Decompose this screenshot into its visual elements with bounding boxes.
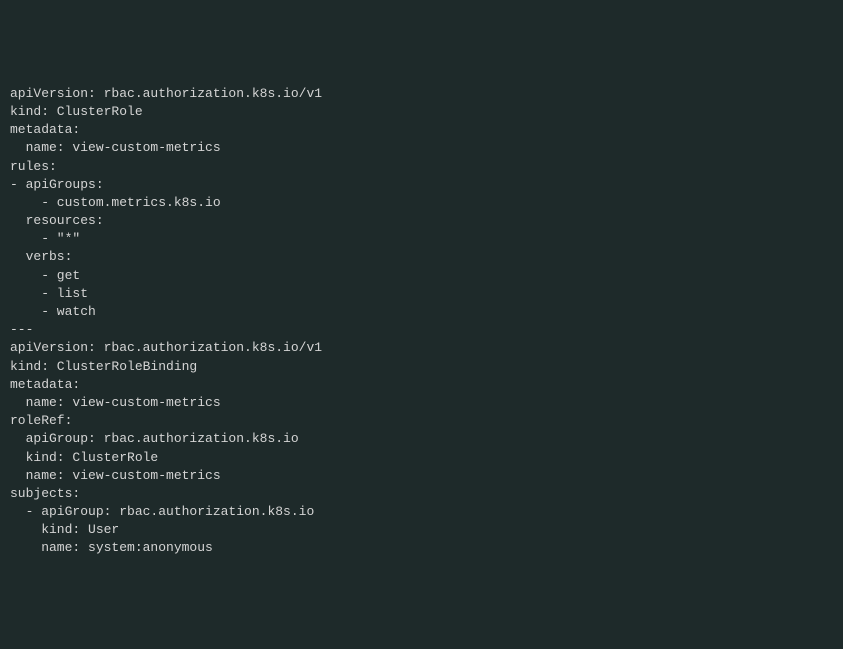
code-line: - apiGroups: <box>10 176 833 194</box>
code-line: - "*" <box>10 230 833 248</box>
code-line: subjects: <box>10 485 833 503</box>
code-line: kind: ClusterRole <box>10 103 833 121</box>
code-line: - watch <box>10 303 833 321</box>
code-line: - list <box>10 285 833 303</box>
code-line: - custom.metrics.k8s.io <box>10 194 833 212</box>
code-line: kind: ClusterRoleBinding <box>10 358 833 376</box>
code-line: - apiGroup: rbac.authorization.k8s.io <box>10 503 833 521</box>
code-line: rules: <box>10 158 833 176</box>
code-line: apiVersion: rbac.authorization.k8s.io/v1 <box>10 339 833 357</box>
code-line: name: view-custom-metrics <box>10 394 833 412</box>
code-line: kind: ClusterRole <box>10 449 833 467</box>
code-line: - get <box>10 267 833 285</box>
code-line: name: system:anonymous <box>10 539 833 557</box>
code-block: apiVersion: rbac.authorization.k8s.io/v1… <box>10 85 833 558</box>
code-line: apiGroup: rbac.authorization.k8s.io <box>10 430 833 448</box>
code-line: name: view-custom-metrics <box>10 139 833 157</box>
code-line: apiVersion: rbac.authorization.k8s.io/v1 <box>10 85 833 103</box>
code-line: resources: <box>10 212 833 230</box>
code-line: verbs: <box>10 248 833 266</box>
code-line: kind: User <box>10 521 833 539</box>
code-line: roleRef: <box>10 412 833 430</box>
code-line: --- <box>10 321 833 339</box>
code-line: metadata: <box>10 376 833 394</box>
code-line: metadata: <box>10 121 833 139</box>
code-line: name: view-custom-metrics <box>10 467 833 485</box>
